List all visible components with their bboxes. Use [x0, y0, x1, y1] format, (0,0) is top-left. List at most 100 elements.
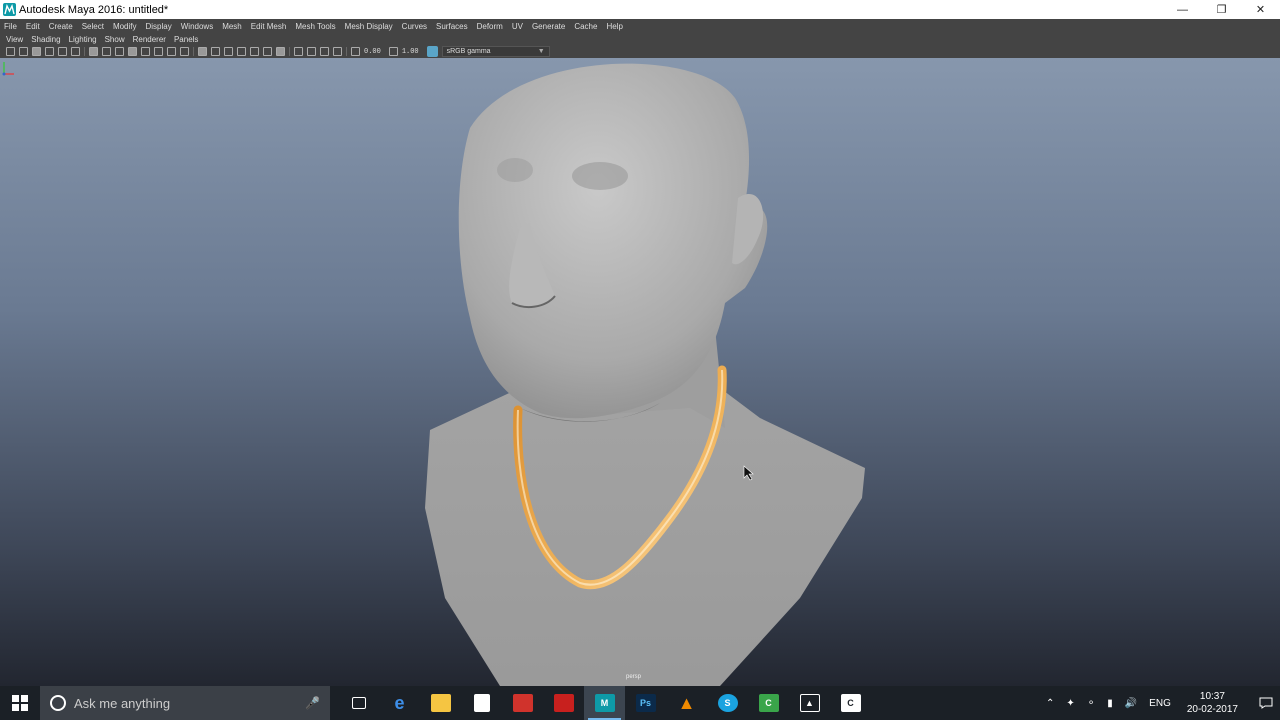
taskbar-skype[interactable]: S: [707, 686, 748, 720]
axis-gizmo-icon: [2, 62, 14, 76]
menu-display[interactable]: Display: [146, 22, 172, 31]
taskbar-maya[interactable]: M: [584, 686, 625, 720]
bluetooth-icon[interactable]: ✦: [1066, 698, 1074, 709]
menu-deform[interactable]: Deform: [477, 22, 503, 31]
taskbar-task-view[interactable]: [338, 686, 379, 720]
chevron-up-icon[interactable]: ⌃: [1046, 698, 1054, 709]
cortana-search-box[interactable]: Ask me anything 🎤: [40, 686, 330, 720]
restore-button[interactable]: ❐: [1202, 0, 1241, 19]
vlc-icon: ▲: [677, 692, 696, 713]
clock[interactable]: 10:37 20-02-2017: [1187, 690, 1238, 716]
taskbar-store[interactable]: [461, 686, 502, 720]
menu-mesh[interactable]: Mesh: [222, 22, 242, 31]
menu-edit-mesh[interactable]: Edit Mesh: [251, 22, 287, 31]
network-icon[interactable]: ⚬: [1087, 698, 1095, 709]
menu-file[interactable]: File: [4, 22, 17, 31]
close-button[interactable]: ✕: [1241, 0, 1280, 19]
panel-menu-lighting[interactable]: Lighting: [69, 35, 97, 44]
action-center-button[interactable]: [1252, 686, 1280, 720]
lock-camera-icon[interactable]: [19, 47, 28, 56]
depth-of-field-icon[interactable]: [276, 47, 285, 56]
image-plane-icon[interactable]: [45, 47, 54, 56]
menu-mesh-tools[interactable]: Mesh Tools: [295, 22, 335, 31]
menu-uv[interactable]: UV: [512, 22, 523, 31]
color-management-icon[interactable]: [426, 46, 438, 57]
taskbar-edge[interactable]: e: [379, 686, 420, 720]
minimize-button[interactable]: —: [1163, 0, 1202, 19]
menu-modify[interactable]: Modify: [113, 22, 137, 31]
panel-menu-panels[interactable]: Panels: [174, 35, 198, 44]
taskbar-photoshop[interactable]: Ps: [625, 686, 666, 720]
wireframe-icon[interactable]: [154, 47, 163, 56]
shadows-icon[interactable]: [224, 47, 233, 56]
battery-icon[interactable]: ▮: [1107, 698, 1113, 709]
exposure-value[interactable]: 0.00: [364, 48, 381, 56]
panel-menu-shading[interactable]: Shading: [31, 35, 60, 44]
taskbar-acrobat[interactable]: [543, 686, 584, 720]
menu-cache[interactable]: Cache: [574, 22, 597, 31]
color-space-dropdown[interactable]: sRGB gamma ▼: [441, 46, 550, 57]
xray-icon[interactable]: [307, 47, 316, 56]
wireframe-on-shaded-icon[interactable]: [180, 47, 189, 56]
xray-components-icon[interactable]: [333, 47, 342, 56]
language-indicator[interactable]: ENG: [1149, 698, 1171, 709]
motion-blur-icon[interactable]: [250, 47, 259, 56]
field-chart-icon[interactable]: [115, 47, 124, 56]
xray-joints-icon[interactable]: [320, 47, 329, 56]
smooth-shade-icon[interactable]: [167, 47, 176, 56]
panel-menu-renderer[interactable]: Renderer: [133, 35, 166, 44]
taskbar-camtasia-editor[interactable]: C: [830, 686, 871, 720]
eye-socket-right: [497, 158, 533, 182]
grid-icon[interactable]: [58, 47, 67, 56]
gate-mask-icon[interactable]: [102, 47, 111, 56]
taskbar-camtasia[interactable]: C: [748, 686, 789, 720]
resolution-gate-icon[interactable]: [89, 47, 98, 56]
search-placeholder: Ask me anything: [74, 695, 171, 711]
isolate-select-icon[interactable]: [294, 47, 303, 56]
taskbar-vlc[interactable]: ▲: [666, 686, 707, 720]
folder-icon: [430, 694, 451, 712]
store-icon: [473, 694, 490, 712]
menu-create[interactable]: Create: [49, 22, 73, 31]
bookmark-icon[interactable]: [32, 47, 41, 56]
menu-help[interactable]: Help: [606, 22, 622, 31]
chevron-down-icon: ▼: [537, 48, 545, 55]
bust-shoulders: [425, 388, 865, 686]
taskbar-file-explorer[interactable]: [420, 686, 461, 720]
screen-space-ao-icon[interactable]: [237, 47, 246, 56]
notification-icon: [1259, 697, 1273, 709]
start-button[interactable]: [0, 686, 40, 720]
microphone-icon[interactable]: 🎤: [305, 696, 320, 710]
taskbar-photos[interactable]: ▲: [789, 686, 830, 720]
menu-curves[interactable]: Curves: [402, 22, 427, 31]
panel-menu-show[interactable]: Show: [105, 35, 125, 44]
textured-icon[interactable]: [198, 47, 207, 56]
cortana-icon: [50, 695, 66, 711]
panel-menu-view[interactable]: View: [6, 35, 23, 44]
menu-surfaces[interactable]: Surfaces: [436, 22, 468, 31]
volume-icon[interactable]: 🔊: [1125, 698, 1137, 709]
menu-generate[interactable]: Generate: [532, 22, 565, 31]
windows-taskbar: Ask me anything 🎤 e M Ps ▲ S C ▲ C ⌃ ✦ ⚬…: [0, 686, 1280, 720]
menu-edit[interactable]: Edit: [26, 22, 40, 31]
window-title: Autodesk Maya 2016: untitled*: [19, 3, 169, 16]
viewport-persp[interactable]: persp: [0, 58, 1280, 686]
toolbar-divider: [289, 47, 290, 56]
gamma-value[interactable]: 1.00: [402, 48, 419, 56]
skype-icon: S: [717, 694, 738, 712]
taskbar-red-app[interactable]: [502, 686, 543, 720]
title-bar: Autodesk Maya 2016: untitled* — ❐ ✕: [0, 0, 1280, 19]
toolbar-divider: [193, 47, 194, 56]
menu-mesh-display[interactable]: Mesh Display: [345, 22, 393, 31]
menu-windows[interactable]: Windows: [181, 22, 213, 31]
use-all-lights-icon[interactable]: [211, 47, 220, 56]
gamma-icon[interactable]: [388, 47, 398, 56]
safe-action-icon[interactable]: [128, 47, 137, 56]
anti-aliasing-icon[interactable]: [263, 47, 272, 56]
color-space-value: sRGB gamma: [446, 48, 491, 55]
safe-title-icon[interactable]: [141, 47, 150, 56]
film-gate-icon[interactable]: [71, 47, 80, 56]
select-camera-icon[interactable]: [6, 47, 15, 56]
exposure-icon[interactable]: [351, 47, 360, 56]
menu-select[interactable]: Select: [82, 22, 104, 31]
